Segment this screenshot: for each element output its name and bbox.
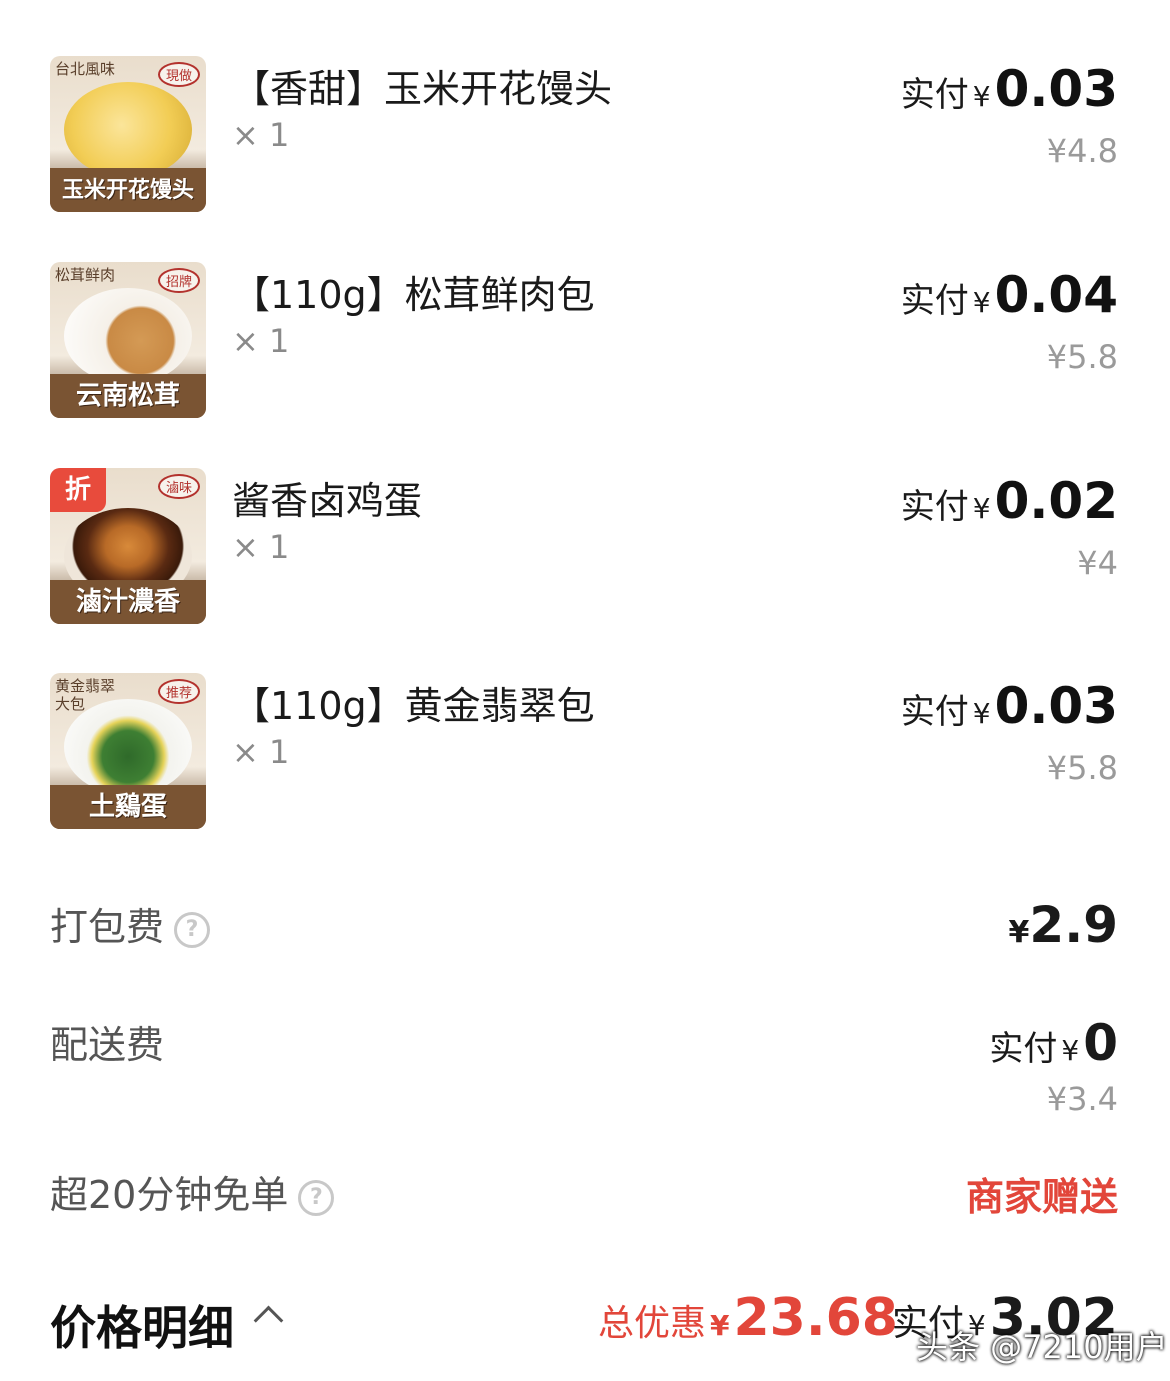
item-title: 酱香卤鸡蛋 [232, 479, 423, 523]
image-banner: 云南松茸 [50, 374, 206, 418]
item-original-price: ¥5.8 [1046, 749, 1118, 787]
currency-symbol: ¥ [972, 286, 991, 319]
currency-symbol: ¥ [972, 492, 991, 525]
image-corner-text: 松茸鲜肉 [55, 266, 116, 284]
currency-symbol: ¥ [1061, 1034, 1080, 1067]
packing-fee-label: 打包费 [50, 905, 165, 949]
chevron-up-icon[interactable] [253, 1305, 284, 1336]
image-corner-text: 黄金翡翠大包 [55, 677, 116, 713]
image-banner: 土鷄蛋 [50, 785, 206, 829]
discount-amount: 23.68 [733, 1288, 898, 1348]
free-order-value: 商家赠送 [965, 1175, 1118, 1219]
item-paid-price: 实付 ¥0.03 [901, 60, 1118, 118]
item-quantity: × 1 [232, 322, 290, 360]
item-title: 【110g】松茸鲜肉包 [232, 273, 595, 317]
currency-symbol: ¥ [972, 80, 991, 113]
image-stamp: 現做 [157, 62, 200, 87]
delivery-fee-value: 实付 ¥0 [989, 1014, 1118, 1072]
paid-label: 实付 [900, 487, 969, 527]
image-corner-text: 台北風味 [55, 60, 116, 78]
item-original-price: ¥4.8 [1046, 132, 1118, 170]
paid-label: 实付 [989, 1029, 1058, 1069]
packing-fee-amount: 2.9 [1029, 896, 1118, 954]
product-image[interactable]: 松茸鲜肉 招牌 云南松茸 [50, 262, 206, 418]
item-paid-price: 实付 ¥0.04 [901, 266, 1118, 324]
total-discount: 总优惠 ¥23.68 [598, 1288, 898, 1348]
item-paid-price: 实付 ¥0.02 [901, 472, 1118, 530]
delivery-fee-amount: 0 [1083, 1014, 1118, 1072]
image-stamp: 推荐 [157, 679, 200, 704]
product-image[interactable]: 黄金翡翠大包 推荐 土鷄蛋 [50, 673, 206, 829]
image-banner: 滷汁濃香 [50, 580, 206, 624]
food-illustration [64, 82, 192, 178]
currency-symbol: ¥ [972, 697, 991, 730]
paid-label: 实付 [900, 692, 969, 732]
food-illustration [64, 699, 192, 795]
paid-label: 实付 [900, 75, 969, 115]
paid-value: 0.03 [994, 677, 1118, 735]
item-paid-price: 实付 ¥0.03 [901, 677, 1118, 735]
paid-value: 0.02 [994, 472, 1118, 530]
packing-fee-label-group: 打包费? [50, 896, 211, 951]
image-stamp: 滷味 [157, 474, 200, 499]
food-illustration [64, 288, 192, 384]
image-stamp: 招牌 [157, 268, 200, 293]
help-icon[interactable]: ? [174, 911, 211, 948]
delivery-fee-label: 配送费 [50, 1023, 165, 1067]
order-item[interactable]: 松茸鲜肉 招牌 云南松茸 【110g】松茸鲜肉包 × 1 实付 ¥0.04 ¥5.… [0, 262, 1170, 422]
item-original-price: ¥5.8 [1046, 338, 1118, 376]
product-image[interactable]: 台北風味 現做 玉米开花馒头 [50, 56, 206, 212]
paid-value: 0.03 [994, 60, 1118, 118]
currency-symbol: ¥ [1008, 915, 1030, 950]
help-icon[interactable]: ? [298, 1179, 335, 1216]
item-quantity: × 1 [232, 116, 290, 154]
item-title: 【110g】黄金翡翠包 [232, 684, 595, 728]
currency-symbol: ¥ [710, 1309, 730, 1342]
price-detail-title[interactable]: 价格明细 [50, 1292, 234, 1358]
order-item[interactable]: 黄金翡翠大包 推荐 土鷄蛋 【110g】黄金翡翠包 × 1 实付 ¥0.03 ¥5… [0, 673, 1170, 833]
watermark: 头条 @7210用户 [916, 1328, 1168, 1366]
order-item[interactable]: 台北風味 現做 玉米开花馒头 【香甜】玉米开花馒头 × 1 实付 ¥0.03 ¥4… [0, 56, 1170, 216]
item-quantity: × 1 [232, 733, 290, 771]
packing-fee-value: ¥2.9 [1009, 896, 1118, 954]
paid-label: 实付 [900, 281, 969, 321]
image-banner: 玉米开花馒头 [50, 168, 206, 212]
delivery-fee-original-price: ¥3.4 [1046, 1080, 1118, 1118]
discount-label: 总优惠 [598, 1303, 707, 1344]
item-title: 【香甜】玉米开花馒头 [232, 67, 613, 111]
discount-badge: 折 [50, 468, 106, 512]
product-image[interactable]: 折 滷味 滷汁濃香 [50, 468, 206, 624]
paid-value: 0.04 [994, 266, 1118, 324]
free-order-label: 超20分钟免单 [50, 1173, 289, 1217]
item-quantity: × 1 [232, 528, 290, 566]
item-original-price: ¥4 [1077, 544, 1118, 582]
order-item[interactable]: 折 滷味 滷汁濃香 酱香卤鸡蛋 × 1 实付 ¥0.02 ¥4 [0, 468, 1170, 628]
free-order-label-group: 超20分钟免单? [50, 1164, 335, 1219]
